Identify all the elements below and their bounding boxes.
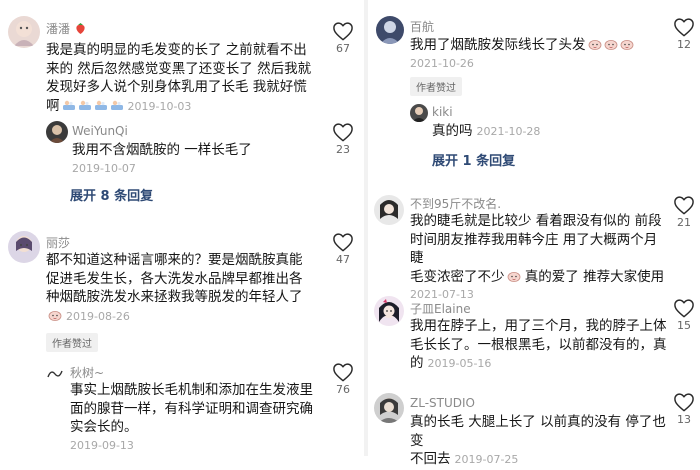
comment-date: 2019-05-16 xyxy=(427,357,492,370)
face-emoji-icon xyxy=(604,38,618,50)
comment-username[interactable]: 百航 xyxy=(410,18,434,35)
reply-text: 我用不含烟酰胺的 一样长毛了 2019-10-07 xyxy=(72,141,332,178)
face-emoji-icon xyxy=(588,38,602,50)
like-count: 76 xyxy=(336,383,350,396)
comment-date: 2019-07-25 xyxy=(454,453,519,466)
reply-date: 2019-10-07 xyxy=(72,161,136,175)
strawberry-icon xyxy=(76,23,85,34)
bath-emoji-icon xyxy=(110,99,124,111)
comment-date: 2019-10-03 xyxy=(127,99,192,113)
avatar[interactable] xyxy=(376,16,404,44)
avatar[interactable] xyxy=(374,195,404,225)
username-text[interactable]: 潘潘 xyxy=(46,22,70,36)
like-count: 47 xyxy=(336,253,350,266)
like-count: 21 xyxy=(677,216,691,229)
like-count: 23 xyxy=(336,143,350,156)
like-count: 13 xyxy=(677,413,691,426)
like-heart-icon[interactable] xyxy=(332,362,354,382)
expand-replies-button[interactable]: 展开 1 条回复 xyxy=(432,150,515,169)
comment-text: 我用了烟酰胺发际线长了头发 2021-10-26 xyxy=(410,36,670,73)
reply-date: 2021-10-28 xyxy=(476,125,541,138)
comment-date: 2021-10-26 xyxy=(410,56,474,70)
avatar[interactable] xyxy=(374,296,404,326)
comment-username[interactable]: 不到95斤不改名. xyxy=(410,195,501,212)
reply-username[interactable]: WeiYunQi xyxy=(72,124,128,138)
comment-text: 都不知道这种谣言哪来的？要是烟酰胺真能 促进毛发生长，各大洗发水品牌早都推出各 … xyxy=(46,252,303,323)
like-heart-icon[interactable] xyxy=(332,21,354,41)
author-liked-badge: 作者赞过 xyxy=(46,333,98,352)
like-heart-icon[interactable] xyxy=(673,392,695,412)
comment-text: 我的睫毛就是比较少 看着跟没有似的 前段 时间朋友推荐我用韩今庄 用了大概两个月… xyxy=(410,212,672,305)
comment-text: 真的长毛 大腿上长了 以前真的没有 停了也变 不回去 2019-07-25 xyxy=(410,414,666,467)
reply-username[interactable]: 秋树~ xyxy=(70,364,104,381)
avatar[interactable] xyxy=(410,104,428,122)
like-heart-icon[interactable] xyxy=(332,122,354,142)
comment-text: 我用在脖子上，用了三个月，我的脖子上体 毛长长了。一根根黑毛，以前都没有的，真 … xyxy=(410,318,667,371)
avatar[interactable] xyxy=(8,231,40,263)
left-comment-column: 潘潘 我是真的明显的毛发变的长了 之前就看不出 来的 然后忽然感觉变黑了还变长了… xyxy=(0,0,362,456)
like-heart-icon[interactable] xyxy=(673,298,695,318)
column-divider xyxy=(364,0,368,456)
face-emoji-icon xyxy=(507,270,521,282)
face-emoji-icon xyxy=(620,38,634,50)
comment-username[interactable]: 子皿Elaine xyxy=(410,300,471,317)
comment-username[interactable]: 潘潘 xyxy=(46,20,87,37)
reply-username[interactable]: kiki xyxy=(432,105,453,119)
reply-date: 2019-09-13 xyxy=(70,438,134,452)
bath-emoji-icon xyxy=(94,99,108,111)
comment-date: 2019-08-26 xyxy=(66,309,130,323)
avatar[interactable] xyxy=(8,16,40,48)
avatar[interactable] xyxy=(46,366,64,380)
like-heart-icon[interactable] xyxy=(332,232,354,252)
like-count: 12 xyxy=(677,38,691,51)
face-emoji-icon xyxy=(48,309,62,321)
avatar[interactable] xyxy=(374,393,404,423)
bath-emoji-icon xyxy=(78,99,92,111)
author-liked-badge: 作者赞过 xyxy=(410,77,462,96)
comment-username[interactable]: ZL-STUDIO xyxy=(410,396,475,410)
bath-emoji-icon xyxy=(62,99,76,111)
reply-text: 真的吗 2021-10-28 xyxy=(432,123,541,139)
like-heart-icon[interactable] xyxy=(673,17,695,37)
avatar[interactable] xyxy=(46,121,68,143)
expand-replies-button[interactable]: 展开 8 条回复 xyxy=(70,185,153,204)
like-count: 67 xyxy=(336,42,350,55)
reply-text: 事实上烟酰胺长毛机制和添加在生发液里 面的腺苷一样，有科学证明和调查研究确 实会… xyxy=(70,381,332,455)
comment-text: 我是真的明显的毛发变的长了 之前就看不出 来的 然后忽然感觉变黑了还变长了 然后… xyxy=(46,42,312,114)
like-heart-icon[interactable] xyxy=(673,195,695,215)
right-comment-column: 百航 我用了烟酰胺发际线长了头发 2021-10-26 12 作者赞过 kiki… xyxy=(370,0,700,467)
comment-username[interactable]: 丽莎 xyxy=(46,234,70,251)
like-count: 15 xyxy=(677,319,691,332)
